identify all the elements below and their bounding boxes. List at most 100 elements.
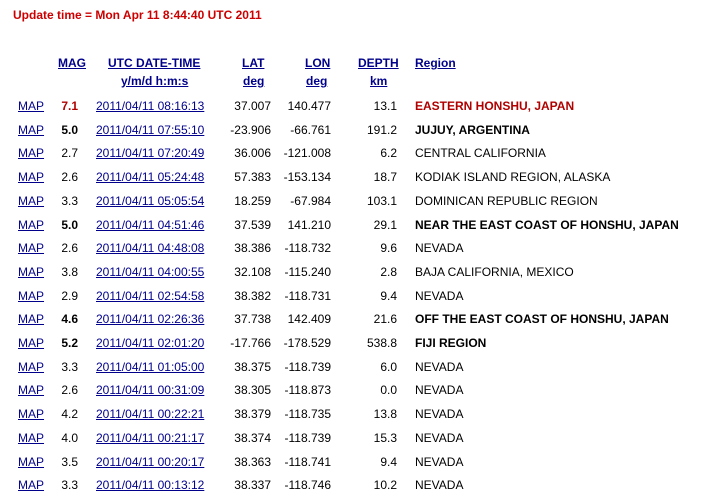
magnitude-cell: 4.0 [61, 430, 78, 445]
update-time: Update time = Mon Apr 11 8:44:40 UTC 201… [13, 8, 262, 22]
region-cell: NEVADA [415, 359, 464, 374]
map-link[interactable]: MAP [18, 407, 44, 421]
magnitude-cell: 2.6 [61, 241, 78, 256]
region-cell: CENTRAL CALIFORNIA [415, 146, 546, 161]
datetime-link[interactable]: 2011/04/11 00:13:12 [96, 478, 204, 492]
depth-cell: 538.8 [366, 336, 397, 350]
header-datetime-link[interactable]: UTC DATE-TIME [108, 56, 200, 70]
table-row: MAP 7.1 2011/04/11 08:16:13 37.007 140.477 13… [0, 99, 721, 123]
map-link[interactable]: MAP [18, 360, 44, 374]
depth-cell: 9.4 [380, 454, 397, 469]
depth-cell: 15.3 [373, 430, 397, 445]
depth-cell: 191.2 [366, 122, 397, 137]
header-mag-link[interactable]: MAG [58, 56, 86, 70]
map-link[interactable]: MAP [18, 265, 44, 279]
datetime-link[interactable]: 2011/04/11 08:16:13 [96, 99, 204, 113]
longitude-cell: -118.732 [284, 241, 331, 256]
table-row: MAP 5.2 2011/04/11 02:01:20 -17.766 -178.529… [0, 336, 721, 360]
map-link[interactable]: MAP [18, 218, 44, 232]
header-lat-sub-link[interactable]: deg [243, 74, 264, 88]
region-cell: NEAR THE EAST COAST OF HONSHU, JAPAN [415, 217, 679, 232]
map-link[interactable]: MAP [18, 289, 44, 303]
depth-cell: 2.8 [380, 264, 397, 279]
datetime-link[interactable]: 2011/04/11 00:20:17 [96, 455, 204, 469]
datetime-link[interactable]: 2011/04/11 04:48:08 [96, 241, 204, 255]
magnitude-cell: 4.2 [61, 407, 78, 422]
map-link[interactable]: MAP [18, 478, 44, 492]
table-row: MAP 3.5 2011/04/11 00:20:17 38.363 -118.741 9… [0, 455, 721, 479]
longitude-cell: -118.735 [284, 407, 331, 422]
longitude-cell: -178.529 [283, 336, 331, 350]
header-lat-link[interactable]: LAT [242, 56, 264, 70]
header-datetime-sub-link[interactable]: y/m/d h:m:s [121, 74, 188, 88]
longitude-cell: -121.008 [283, 146, 331, 161]
magnitude-cell: 2.6 [61, 383, 78, 398]
table-row: MAP 2.6 2011/04/11 05:24:48 57.383 -153.134 1… [0, 170, 721, 194]
map-link[interactable]: MAP [18, 170, 44, 184]
datetime-link[interactable]: 2011/04/11 04:51:46 [96, 218, 204, 232]
map-link[interactable]: MAP [18, 241, 44, 255]
region-cell: NEVADA [415, 288, 464, 303]
map-link[interactable]: MAP [18, 336, 44, 350]
latitude-cell: 38.386 [234, 241, 271, 256]
region-cell: NEVADA [415, 241, 464, 256]
datetime-link[interactable]: 2011/04/11 07:20:49 [96, 146, 204, 160]
map-link[interactable]: MAP [18, 146, 44, 160]
map-link[interactable]: MAP [18, 194, 44, 208]
datetime-link[interactable]: 2011/04/11 01:05:00 [96, 360, 204, 374]
table-row: MAP 3.3 2011/04/11 00:13:12 38.337 -118.746 1… [0, 478, 721, 502]
region-cell: NEVADA [415, 383, 464, 398]
region-cell: NEVADA [415, 430, 464, 445]
map-link[interactable]: MAP [18, 123, 44, 137]
latitude-cell: 38.374 [234, 430, 271, 445]
datetime-link[interactable]: 2011/04/11 02:01:20 [96, 336, 204, 350]
datetime-link[interactable]: 2011/04/11 05:24:48 [96, 170, 204, 184]
depth-cell: 6.0 [380, 359, 397, 374]
longitude-cell: 142.409 [287, 312, 331, 327]
header-region-link[interactable]: Region [415, 56, 456, 70]
datetime-link[interactable]: 2011/04/11 07:55:10 [96, 123, 204, 137]
latitude-cell: 36.006 [234, 146, 271, 161]
depth-cell: 9.4 [380, 288, 397, 303]
map-link[interactable]: MAP [18, 312, 44, 326]
datetime-link[interactable]: 2011/04/11 00:21:17 [96, 431, 204, 445]
map-link[interactable]: MAP [18, 99, 44, 113]
depth-cell: 10.2 [373, 478, 397, 493]
region-cell: JUJUY, ARGENTINA [415, 122, 530, 137]
latitude-cell: -23.906 [230, 122, 271, 137]
table-row: MAP 4.0 2011/04/11 00:21:17 38.374 -118.739 1… [0, 431, 721, 455]
magnitude-cell: 7.1 [61, 99, 78, 113]
table-row: MAP 4.6 2011/04/11 02:26:36 37.738 142.409 21… [0, 312, 721, 336]
datetime-link[interactable]: 2011/04/11 04:00:55 [96, 265, 204, 279]
datetime-link[interactable]: 2011/04/11 02:26:36 [96, 312, 204, 326]
table-row: MAP 2.6 2011/04/11 00:31:09 38.305 -118.873 0… [0, 383, 721, 407]
header-depth-sub-link[interactable]: km [370, 74, 387, 88]
header-depth-link[interactable]: DEPTH [358, 56, 399, 70]
magnitude-cell: 3.3 [61, 193, 78, 208]
datetime-link[interactable]: 2011/04/11 02:54:58 [96, 289, 204, 303]
longitude-cell: -118.739 [284, 359, 331, 374]
map-link[interactable]: MAP [18, 455, 44, 469]
depth-cell: 13.1 [373, 99, 397, 113]
header-lon-link[interactable]: LON [305, 56, 330, 70]
datetime-link[interactable]: 2011/04/11 05:05:54 [96, 194, 204, 208]
region-cell: DOMINICAN REPUBLIC REGION [415, 193, 598, 208]
header-lon-sub-link[interactable]: deg [306, 74, 327, 88]
region-cell: EASTERN HONSHU, JAPAN [415, 99, 575, 113]
longitude-cell: -118.741 [284, 454, 331, 469]
region-cell: NEVADA [415, 478, 464, 493]
table-row: MAP 3.3 2011/04/11 01:05:00 38.375 -118.739 6… [0, 360, 721, 384]
longitude-cell: -115.240 [284, 264, 331, 279]
latitude-cell: 57.383 [234, 170, 271, 185]
latitude-cell: 38.305 [234, 383, 271, 398]
latitude-cell: 38.337 [234, 478, 271, 493]
map-link[interactable]: MAP [18, 383, 44, 397]
longitude-cell: -118.739 [284, 430, 331, 445]
datetime-link[interactable]: 2011/04/11 00:22:21 [96, 407, 204, 421]
map-link[interactable]: MAP [18, 431, 44, 445]
latitude-cell: 38.375 [234, 359, 271, 374]
latitude-cell: 18.259 [234, 193, 271, 208]
depth-cell: 29.1 [373, 217, 397, 232]
datetime-link[interactable]: 2011/04/11 00:31:09 [96, 383, 204, 397]
magnitude-cell: 2.7 [61, 146, 78, 161]
